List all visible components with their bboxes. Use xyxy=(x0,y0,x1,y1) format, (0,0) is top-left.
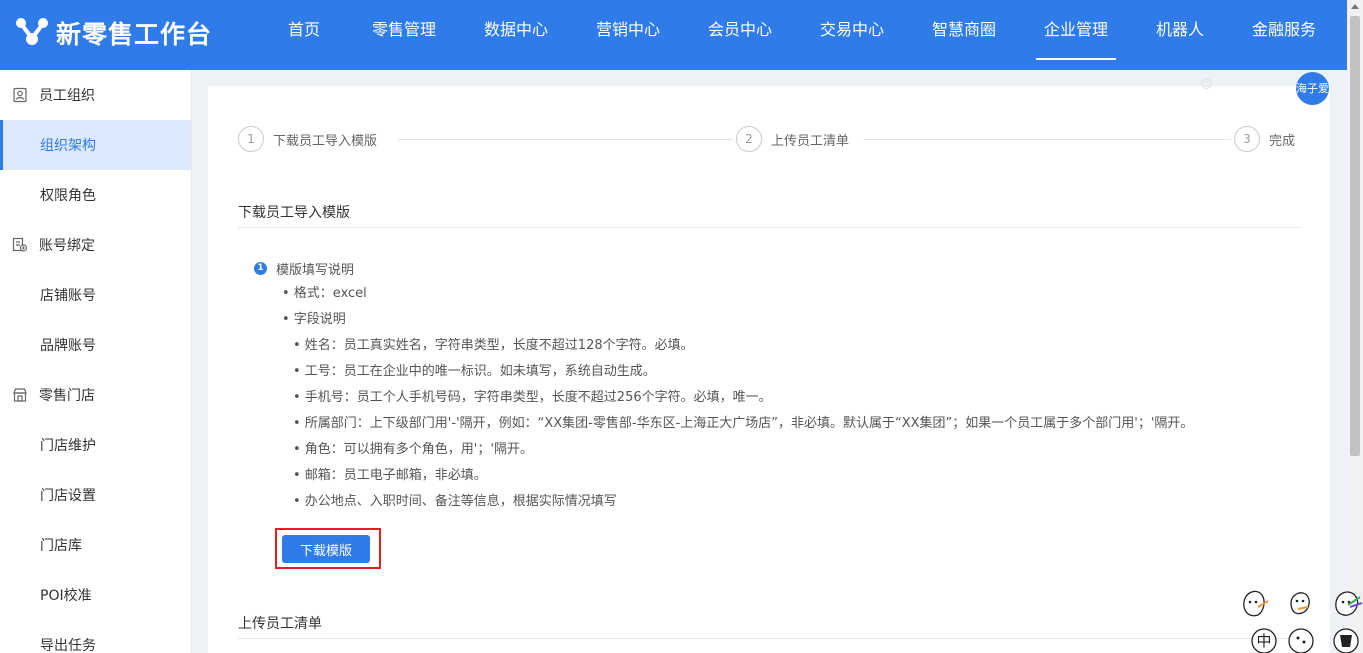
brand-name: 新零售工作台 xyxy=(56,20,213,49)
sidebar-item-label: 店铺账号 xyxy=(40,288,96,304)
account-link-icon xyxy=(12,237,28,253)
nav-item-marketing[interactable]: 营销中心 xyxy=(572,0,684,70)
sidebar-item-label: POI校准 xyxy=(40,588,92,604)
section-title-download: 下载员工导入模版 xyxy=(238,205,350,221)
main-nav: 首页 零售管理 数据中心 营销中心 会员中心 交易中心 智慧商圈 企业管理 机器… xyxy=(260,0,1340,70)
sidebar-group-account-binding[interactable]: 账号绑定 xyxy=(0,220,191,270)
top-navigation-bar: 新零售工作台 首页 零售管理 数据中心 营销中心 会员中心 交易中心 智慧商圈 … xyxy=(0,0,1347,70)
main-content-card: 1 下载员工导入模版 2 上传员工清单 3 完成 下载员工导入模版 1 模版填写… xyxy=(208,86,1330,653)
step-number: 1 xyxy=(238,126,264,152)
note-format: • 格式：excel xyxy=(282,286,367,301)
nav-item-enterprise[interactable]: 企业管理 xyxy=(1036,0,1116,70)
sidebar-item-label: 零售门店 xyxy=(39,388,95,404)
note-field-role: • 角色：可以拥有多个角色，用'；'隔开。 xyxy=(293,442,533,457)
sidebar-item-store-maintenance[interactable]: 门店维护 xyxy=(0,420,191,470)
sidebar-group-staff-org[interactable]: 员工组织 xyxy=(0,70,191,120)
sidebar-item-store-library[interactable]: 门店库 xyxy=(0,520,191,570)
step-number: 2 xyxy=(736,126,762,152)
step-label: 下载员工导入模版 xyxy=(273,133,378,149)
sidebar-item-label: 权限角色 xyxy=(40,188,96,204)
info-number-icon: 1 xyxy=(254,261,267,275)
language-badge: 中 xyxy=(1256,632,1271,650)
store-icon xyxy=(12,387,28,403)
nav-item-home[interactable]: 首页 xyxy=(260,0,348,70)
download-template-button[interactable]: 下载模版 xyxy=(282,535,370,563)
nav-item-data-center[interactable]: 数据中心 xyxy=(460,0,572,70)
step-label: 上传员工清单 xyxy=(771,133,850,149)
note-field-department: • 所属部门：上下级部门用'-'隔开，例如：“XX集团-零售部-华东区-上海正大… xyxy=(293,416,1194,431)
nav-item-retail[interactable]: 零售管理 xyxy=(348,0,460,70)
section-divider xyxy=(238,638,1300,639)
step-connector xyxy=(863,139,1231,140)
person-card-icon xyxy=(12,87,28,103)
sidebar-item-label: 员工组织 xyxy=(39,88,95,104)
brand-logo-icon xyxy=(14,14,50,52)
sidebar-item-label: 导出任务 xyxy=(40,638,96,653)
note-field-name: • 姓名：员工真实姓名，字符串类型，长度不超过128个字符。必填。 xyxy=(293,338,694,353)
scrollbar-thumb[interactable] xyxy=(1350,16,1360,456)
floating-helper-stickers[interactable]: 中 xyxy=(1236,585,1363,653)
user-avatar[interactable]: 海子爱 xyxy=(1296,72,1329,105)
template-instructions: 1 模版填写说明 xyxy=(254,260,355,278)
step-connector xyxy=(398,139,733,140)
sidebar-item-org-structure[interactable]: 组织架构 xyxy=(0,120,191,170)
sidebar-item-brand-accounts[interactable]: 品牌账号 xyxy=(0,320,191,370)
brand-logo[interactable]: 新零售工作台 xyxy=(14,16,212,50)
scroll-up-arrow-icon[interactable] xyxy=(1351,4,1359,9)
sidebar-item-label: 品牌账号 xyxy=(40,338,96,354)
note-field-phone: • 手机号：员工个人手机号码，字符串类型，长度不超过256个字符。必填，唯一。 xyxy=(293,390,772,405)
nav-item-smart-district[interactable]: 智慧商圈 xyxy=(908,0,1020,70)
section-divider xyxy=(238,227,1300,228)
note-field-email: • 邮箱：员工电子邮箱，非必填。 xyxy=(293,468,487,483)
sidebar: 员工组织 组织架构 权限角色 账号绑定 店铺账号 品牌账号 零售门店 门店维护 … xyxy=(0,70,192,653)
note-fields: • 字段说明 xyxy=(282,312,346,327)
instructions-title: 模版填写说明 xyxy=(276,262,355,278)
nav-item-member[interactable]: 会员中心 xyxy=(684,0,796,70)
nav-item-robot[interactable]: 机器人 xyxy=(1132,0,1228,70)
note-field-employee-id: • 工号：员工在企业中的唯一标识。如未填写，系统自动生成。 xyxy=(293,364,656,379)
sidebar-item-permission-roles[interactable]: 权限角色 xyxy=(0,170,191,220)
sidebar-item-poi-calibration[interactable]: POI校准 xyxy=(0,570,191,620)
step-label: 完成 xyxy=(1269,133,1296,149)
sidebar-item-label: 门店维护 xyxy=(40,438,96,454)
sidebar-item-label: 账号绑定 xyxy=(39,238,95,254)
section-title-upload: 上传员工清单 xyxy=(238,616,322,632)
instructions-header: 1 模版填写说明 xyxy=(254,260,355,278)
sidebar-item-store-settings[interactable]: 门店设置 xyxy=(0,470,191,520)
nav-item-finance[interactable]: 金融服务 xyxy=(1228,0,1340,70)
step-upload-list: 2 上传员工清单 xyxy=(736,126,850,152)
step-finish: 3 完成 xyxy=(1234,126,1296,152)
sidebar-item-label: 门店设置 xyxy=(40,488,96,504)
user-info-faded: ☺ xyxy=(1200,77,1213,91)
nav-item-trade[interactable]: 交易中心 xyxy=(796,0,908,70)
import-steps: 1 下载员工导入模版 2 上传员工清单 3 完成 xyxy=(238,126,1296,152)
step-download-template: 1 下载员工导入模版 xyxy=(238,126,378,152)
sidebar-item-label: 组织架构 xyxy=(40,138,96,154)
sidebar-item-export-tasks[interactable]: 导出任务 xyxy=(0,620,191,653)
user-icon: ☺ xyxy=(1200,77,1213,91)
sidebar-item-shop-accounts[interactable]: 店铺账号 xyxy=(0,270,191,320)
sidebar-item-label: 门店库 xyxy=(40,538,82,554)
page-scrollbar[interactable] xyxy=(1347,0,1363,653)
step-number: 3 xyxy=(1234,126,1260,152)
sidebar-group-retail-stores[interactable]: 零售门店 xyxy=(0,370,191,420)
note-field-other: • 办公地点、入职时间、备注等信息，根据实际情况填写 xyxy=(293,494,617,509)
